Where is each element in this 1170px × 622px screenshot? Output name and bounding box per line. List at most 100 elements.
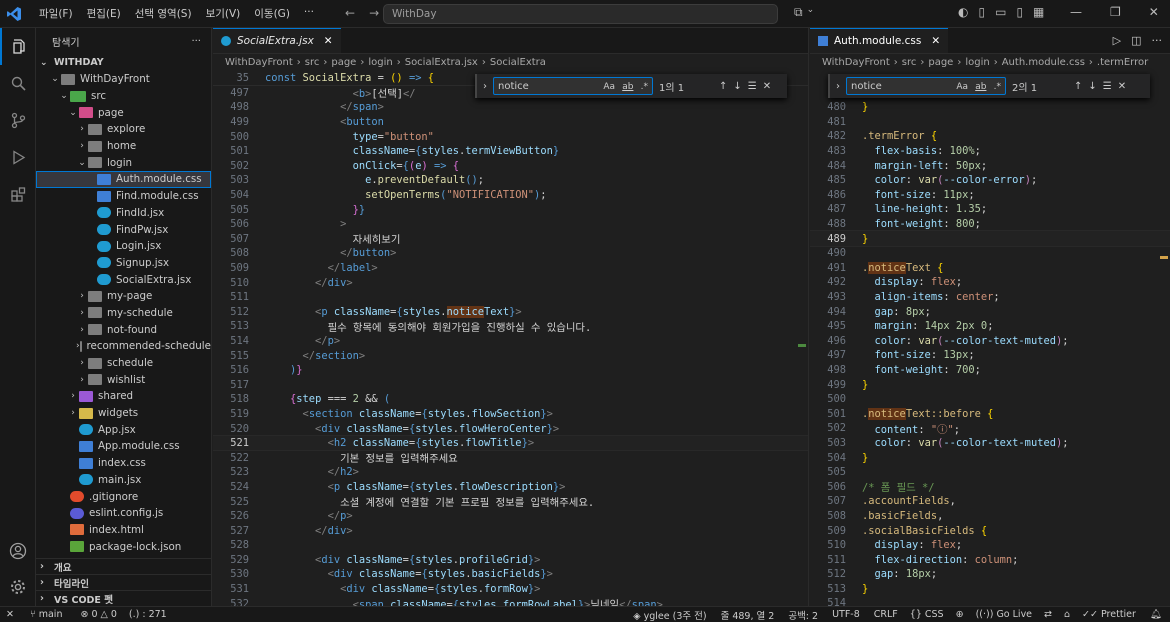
breadcrumb-item[interactable]: login [965, 57, 989, 68]
code-line[interactable]: 498 </span> [213, 100, 808, 115]
back-arrow-icon[interactable]: ← [345, 6, 355, 20]
more-actions-icon[interactable]: ··· [1152, 34, 1163, 47]
code-line[interactable]: 512 <p className={styles.noticeText}> [213, 305, 808, 320]
code-line[interactable]: 505 }} [213, 202, 808, 217]
code-line[interactable]: 531 <div className={styles.formRow}> [213, 582, 808, 597]
outline-section[interactable]: › 개요 [36, 558, 211, 574]
workspace-header[interactable]: ⌄ WITHDAY [36, 54, 211, 71]
selection-status[interactable]: (.) : 271 [129, 609, 167, 620]
toggle-sidebar-icon[interactable]: ▯ [978, 5, 985, 19]
menu-file[interactable]: 파일(F) [32, 6, 80, 21]
vscode-pets-section[interactable]: › VS CODE 펫 [36, 590, 211, 606]
code-line[interactable]: 519 <section className={styles.flowSecti… [213, 407, 808, 422]
code-line[interactable]: 529 <div className={styles.profileGrid}> [213, 553, 808, 568]
tree-item[interactable]: App.jsx [36, 421, 211, 438]
code-line[interactable]: 528 [213, 538, 808, 553]
tree-item[interactable]: ⌄ login [36, 154, 211, 171]
tree-item[interactable]: eslint.config.js [36, 505, 211, 522]
code-line[interactable]: 484 margin-left: 50px; [810, 158, 1170, 173]
code-line[interactable]: 508 .basicFields, [810, 509, 1170, 524]
match-case-toggle[interactable]: Aa [603, 82, 615, 92]
code-line[interactable]: 515 </section> [213, 348, 808, 363]
code-line[interactable]: 523 </h2> [213, 465, 808, 480]
find-in-selection-icon[interactable]: ☰ [1103, 81, 1112, 92]
close-icon[interactable]: ✕ [1118, 81, 1126, 92]
find-input[interactable]: notice Aa ab .* [493, 77, 653, 95]
end-of-line[interactable]: CRLF [874, 609, 898, 620]
extensions-icon[interactable] [0, 176, 36, 213]
code-line[interactable]: 516 )} [213, 363, 808, 378]
breadcrumb-item[interactable]: login [368, 57, 392, 68]
source-control-icon[interactable] [0, 102, 36, 139]
breadcrumb-item[interactable]: page [331, 57, 356, 68]
code-line[interactable]: 508 </button> [213, 246, 808, 261]
notifications-bell-icon[interactable]: 🔔︎ [1150, 609, 1162, 620]
next-match-arrow-icon[interactable]: ↓ [733, 81, 741, 92]
menu-more[interactable]: ··· [297, 6, 321, 21]
tree-item[interactable]: › widgets [36, 405, 211, 422]
code-line[interactable]: 512 gap: 18px; [810, 567, 1170, 582]
code-area[interactable]: 35 const SocialExtra = () => { 497 <b>[선… [213, 71, 808, 606]
code-line[interactable]: 487 line-height: 1.35; [810, 202, 1170, 217]
code-line[interactable]: 526 </p> [213, 509, 808, 524]
code-line[interactable]: 497 font-size: 13px; [810, 348, 1170, 363]
tree-item[interactable]: › my-page [36, 288, 211, 305]
toggle-secondary-sidebar-icon[interactable]: ▯ [1016, 5, 1023, 19]
menu-go[interactable]: 이동(G) [247, 6, 297, 21]
tree-item[interactable]: FindPw.jsx [36, 221, 211, 238]
code-line[interactable]: 530 <div className={styles.basicFields}> [213, 567, 808, 582]
find-input[interactable]: notice Aa ab .* [846, 77, 1006, 95]
code-line[interactable]: 509 .socialBasicFields { [810, 523, 1170, 538]
code-line[interactable]: 500 type="button" [213, 129, 808, 144]
breadcrumb-item[interactable]: SocialExtra [490, 57, 546, 68]
live-share-icon[interactable]: ⇄ [1044, 609, 1052, 620]
code-line[interactable]: 488 font-weight: 800; [810, 217, 1170, 232]
go-live-status[interactable]: ((·)) Go Live [976, 609, 1032, 620]
code-line[interactable]: 507 자세히보기 [213, 232, 808, 247]
chevron-right-icon[interactable]: › [483, 81, 487, 92]
tree-item[interactable]: FindId.jsx [36, 205, 211, 222]
code-line[interactable]: 494 gap: 8px; [810, 304, 1170, 319]
code-line[interactable]: 503 color: var(--color-text-muted); [810, 436, 1170, 451]
code-line[interactable]: 503 e.preventDefault(); [213, 173, 808, 188]
remote-icon[interactable]: ✕ [0, 609, 20, 620]
forward-arrow-icon[interactable]: → [369, 6, 379, 20]
split-editor-icon[interactable]: ◫ [1131, 34, 1141, 47]
tree-item[interactable]: index.css [36, 455, 211, 472]
code-line[interactable]: 511 flex-direction: column; [810, 552, 1170, 567]
breadcrumb-item[interactable]: SocialExtra.jsx [405, 57, 478, 68]
toggle-panel-icon[interactable]: ▭ [995, 5, 1006, 19]
regex-toggle[interactable]: .* [994, 82, 1001, 92]
code-line[interactable]: 501 className={styles.termViewButton} [213, 144, 808, 159]
tree-item[interactable]: index.html [36, 522, 211, 539]
code-line[interactable]: 500 [810, 392, 1170, 407]
code-line[interactable]: 517 [213, 377, 808, 392]
code-line[interactable]: 496 color: var(--color-text-muted); [810, 334, 1170, 349]
code-line[interactable]: 524 <p className={styles.flowDescription… [213, 480, 808, 495]
code-line[interactable]: 520 <div className={styles.flowHeroCente… [213, 421, 808, 436]
tree-item[interactable]: › my-schedule [36, 305, 211, 322]
breadcrumb-item[interactable]: WithDayFront [225, 57, 293, 68]
explorer-icon[interactable] [0, 28, 36, 65]
tree-item[interactable]: SocialExtra.jsx [36, 271, 211, 288]
tree-item[interactable]: › home [36, 138, 211, 155]
code-line[interactable]: 507 .accountFields, [810, 494, 1170, 509]
tree-item[interactable]: ⌄ WithDayFront [36, 71, 211, 88]
tree-item[interactable]: App.module.css [36, 438, 211, 455]
accounts-icon[interactable]: ◐ [958, 5, 968, 19]
find-in-selection-icon[interactable]: ☰ [748, 81, 757, 92]
timeline-section[interactable]: › 타임라인 [36, 574, 211, 590]
menu-edit[interactable]: 편집(E) [80, 6, 128, 21]
minimize-icon[interactable]: — [1070, 5, 1082, 19]
code-line[interactable]: 490 [810, 246, 1170, 261]
code-line[interactable]: 525 소셜 계정에 연결할 기본 프로필 정보를 입력해주세요. [213, 494, 808, 510]
code-line[interactable]: 513 필수 항목에 동의해야 회원가입을 진행하실 수 있습니다. [213, 319, 808, 334]
tree-item[interactable]: .gitignore [36, 488, 211, 505]
code-line[interactable]: 510 </div> [213, 275, 808, 290]
code-line[interactable]: 532 <span className={styles.formRowLabel… [213, 596, 808, 606]
menu-selection[interactable]: 선택 영역(S) [128, 6, 199, 21]
code-line[interactable]: 489} [810, 230, 1170, 247]
prettier-status[interactable]: ✓✓ Prettier [1082, 609, 1136, 620]
run-debug-icon[interactable] [0, 139, 36, 176]
code-line[interactable]: 499 <button [213, 115, 808, 130]
